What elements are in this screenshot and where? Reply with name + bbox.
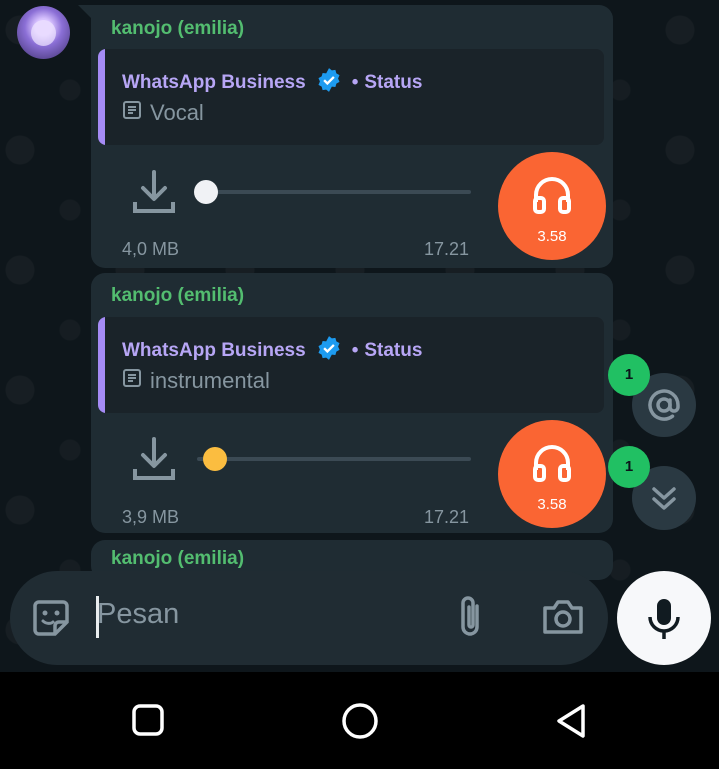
sender-avatar[interactable]	[17, 6, 70, 59]
document-icon	[122, 100, 150, 126]
mic-icon	[648, 599, 680, 639]
double-chevron-down-icon	[652, 487, 676, 510]
audio-progress-knob[interactable]	[194, 180, 218, 204]
voice-record-button[interactable]	[617, 571, 711, 665]
camera-icon[interactable]	[541, 596, 585, 643]
sender-name[interactable]: kanojo (emilia)	[111, 18, 244, 40]
audio-play-button[interactable]: 3.58	[498, 152, 606, 260]
chat-area: kanojo (emilia) WhatsApp Business • Stat…	[0, 0, 719, 672]
message-input[interactable]: Pesan	[97, 598, 179, 631]
mentions-count-badge: 1	[608, 354, 650, 396]
audio-progress-track[interactable]	[197, 190, 471, 194]
verified-badge-icon	[316, 335, 342, 367]
quote-status-label: Status	[364, 72, 423, 93]
headphones-icon	[533, 177, 571, 214]
sender-name[interactable]: kanojo (emilia)	[111, 285, 244, 307]
system-navigation-bar	[0, 672, 719, 769]
unread-count-badge: 1	[608, 446, 650, 488]
bubble-tail	[78, 5, 92, 19]
paperclip-icon[interactable]	[455, 594, 487, 645]
quoted-status[interactable]: WhatsApp Business • Status instrumental	[98, 317, 604, 413]
voice-message-bubble[interactable]: kanojo (emilia) WhatsApp Business • Stat…	[91, 5, 613, 268]
quote-status-label: Status	[364, 340, 423, 361]
voice-message-bubble[interactable]: kanojo (emilia) WhatsApp Business • Stat…	[91, 273, 613, 533]
sender-name[interactable]: kanojo (emilia)	[111, 548, 244, 570]
audio-duration: 3.58	[537, 496, 567, 513]
quote-title: WhatsApp Business	[122, 340, 306, 361]
message-time: 17.21	[423, 507, 469, 527]
file-size: 4,0 MB	[122, 239, 180, 259]
quoted-status[interactable]: WhatsApp Business • Status Vocal	[98, 49, 604, 145]
audio-play-button[interactable]: 3.58	[498, 420, 606, 528]
download-icon[interactable]	[131, 168, 177, 221]
quote-title: WhatsApp Business	[122, 72, 306, 93]
document-icon	[122, 368, 150, 394]
message-composer[interactable]: Pesan	[10, 571, 608, 665]
sticker-emoji-icon[interactable]	[29, 596, 73, 645]
verified-badge-icon	[316, 67, 342, 99]
nav-home-icon[interactable]	[341, 702, 379, 745]
audio-progress-track[interactable]	[197, 457, 471, 461]
audio-duration: 3.58	[537, 228, 567, 245]
nav-recents-icon[interactable]	[131, 703, 165, 742]
quote-caption: Vocal	[150, 100, 204, 125]
nav-back-icon[interactable]	[553, 702, 589, 745]
at-mention-icon	[648, 389, 680, 421]
quote-caption: instrumental	[150, 368, 270, 393]
headphones-icon	[533, 445, 571, 482]
message-time: 17.21	[423, 239, 469, 259]
download-icon[interactable]	[131, 435, 177, 488]
file-size: 3,9 MB	[122, 507, 180, 527]
audio-progress-knob[interactable]	[203, 447, 227, 471]
